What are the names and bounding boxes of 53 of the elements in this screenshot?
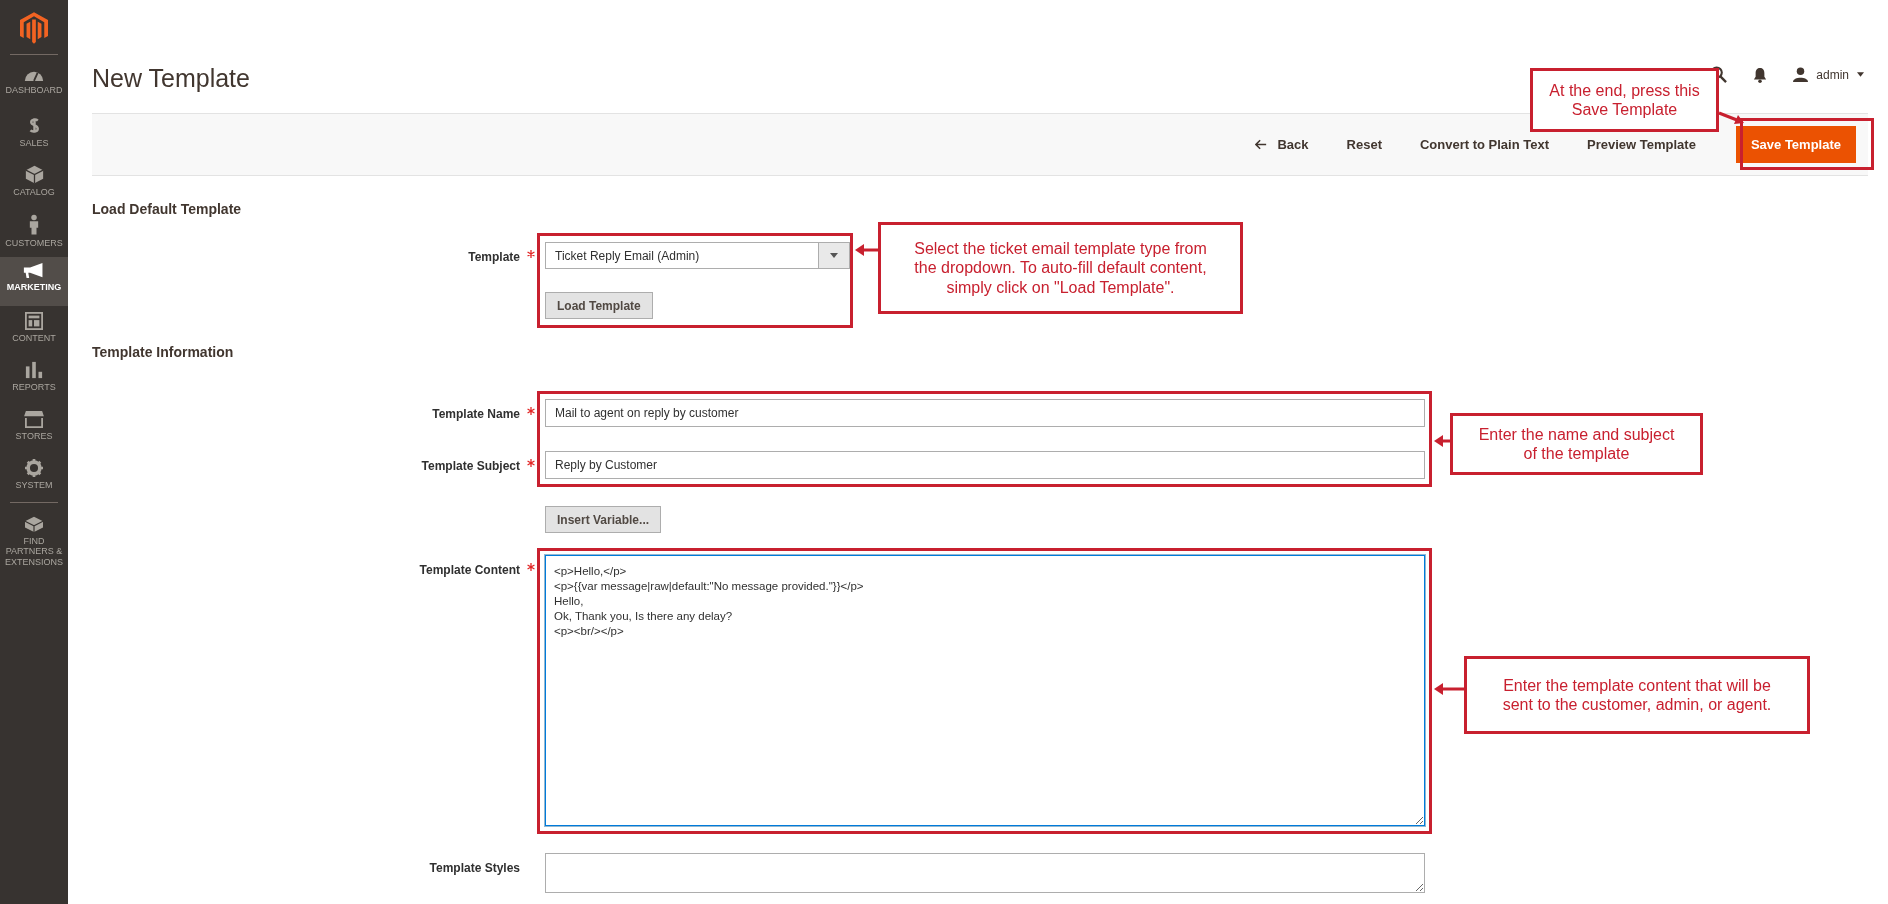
callout-note: Select the ticket email template type from the dropdown. To auto-fill default content, simply click on "Load Template". bbox=[878, 222, 1243, 314]
logo-icon[interactable] bbox=[20, 12, 48, 44]
section-title: Template Information bbox=[92, 344, 235, 362]
arrow-left-icon bbox=[1255, 139, 1268, 150]
callout-note: At the end, press this Save Template bbox=[1530, 68, 1719, 132]
user-icon bbox=[1793, 67, 1809, 82]
arrow bbox=[1434, 683, 1464, 695]
sidebar-item[interactable]: MARKETING bbox=[0, 257, 68, 306]
user-menu[interactable]: admin bbox=[1793, 67, 1864, 82]
sidebar-item[interactable]: SYSTEM bbox=[0, 453, 68, 502]
sidebar-item[interactable]: SALES bbox=[0, 110, 68, 159]
bell-icon[interactable] bbox=[1753, 66, 1768, 83]
arrow bbox=[855, 244, 878, 256]
load-template-button[interactable]: Load Template bbox=[545, 292, 653, 319]
back-button[interactable]: Back bbox=[1243, 131, 1321, 158]
bar-chart-icon bbox=[25, 361, 43, 379]
section-title: Load Default Template bbox=[92, 201, 243, 219]
insert-variable-button[interactable]: Insert Variable... bbox=[545, 506, 662, 533]
toolbar-button[interactable]: Reset bbox=[1334, 131, 1394, 158]
arrow bbox=[1718, 111, 1744, 124]
sidebar-item[interactable]: DASHBOARD bbox=[0, 61, 68, 110]
page-title: New Template bbox=[92, 64, 250, 93]
callout-note: Enter the template content that will be sent to the customer, admin, or agent. bbox=[1464, 656, 1810, 734]
toolbar-button[interactable]: Preview Template bbox=[1575, 131, 1708, 158]
storefront-icon bbox=[23, 410, 45, 428]
sidebar-item[interactable]: CUSTOMERS bbox=[0, 208, 68, 257]
content-textarea[interactable]: <p>Hello,</p> <p>{{var message|raw|default:"No message provided."}}</p> Hello, Ok, Thank you, Is there any delay? <p><br/></p> bbox=[545, 555, 1425, 826]
input-field[interactable]: Reply by Customer bbox=[545, 451, 1425, 479]
arrow bbox=[1434, 435, 1450, 447]
sidebar-item[interactable]: CATALOG bbox=[0, 159, 68, 208]
sidebar-item[interactable]: REPORTS bbox=[0, 355, 68, 404]
field-label: Template Styles bbox=[428, 860, 520, 875]
field-label: Template Content bbox=[418, 562, 520, 577]
caret-icon bbox=[830, 253, 838, 258]
caret-icon bbox=[1857, 72, 1864, 77]
callout-note: Enter the name and subject of the template bbox=[1450, 413, 1703, 475]
sidebar-item[interactable]: CONTENT bbox=[0, 306, 68, 355]
save-button[interactable]: Save Template bbox=[1735, 126, 1856, 163]
box-icon bbox=[24, 165, 44, 184]
dollar-icon bbox=[27, 116, 41, 135]
field-label: Template Name bbox=[431, 406, 520, 421]
template-select[interactable]: Ticket Reply Email (Admin) bbox=[545, 242, 850, 269]
dropdown-button[interactable] bbox=[818, 243, 849, 268]
field-label: Template bbox=[467, 249, 520, 264]
settings-icon bbox=[25, 459, 43, 477]
sidebar-item[interactable]: STORES bbox=[0, 404, 68, 453]
input-field[interactable]: Mail to agent on reply by customer bbox=[545, 399, 1425, 427]
sidebar-item[interactable]: FIND PARTNERS & EXTENSIONS bbox=[0, 509, 68, 576]
field-label: Template Subject bbox=[420, 458, 520, 473]
person-icon bbox=[29, 214, 39, 235]
layout-icon bbox=[25, 312, 43, 330]
brick-icon bbox=[24, 515, 44, 533]
toolbar-button[interactable]: Convert to Plain Text bbox=[1407, 131, 1562, 158]
